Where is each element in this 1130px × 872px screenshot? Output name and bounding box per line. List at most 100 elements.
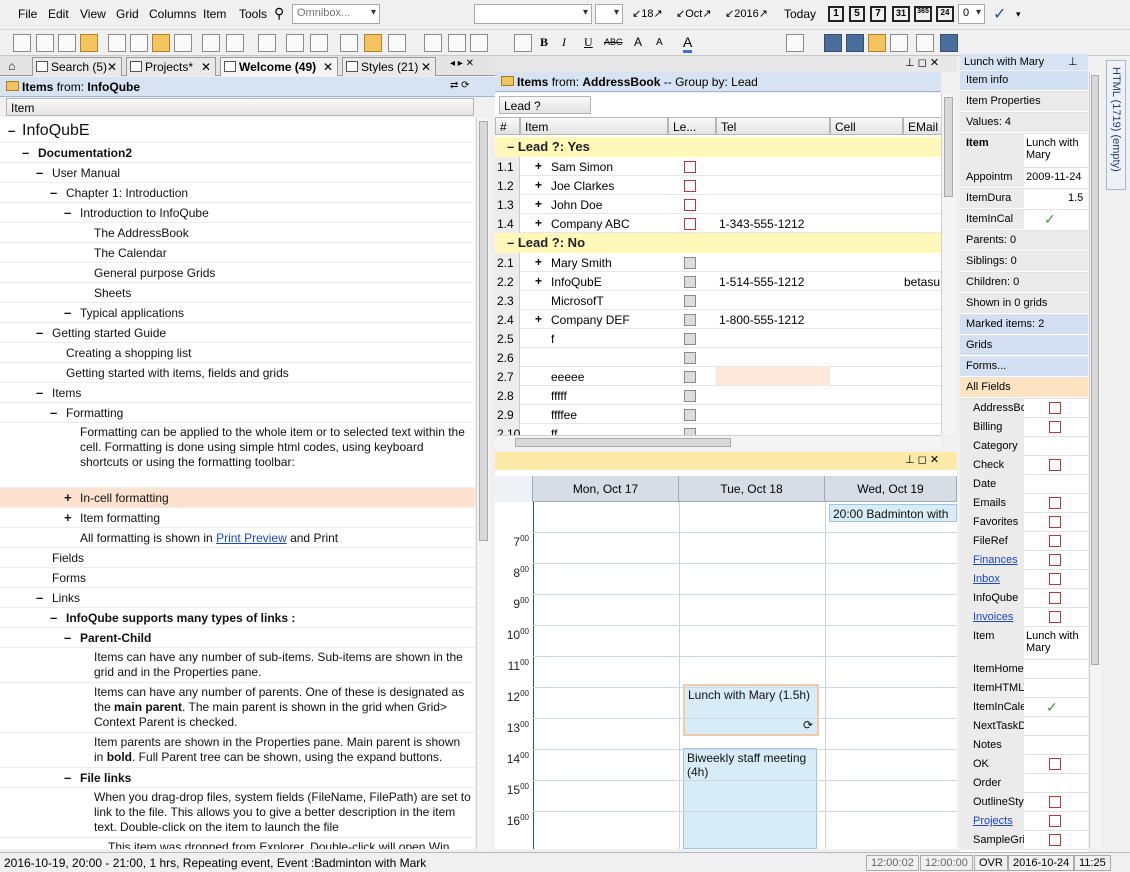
grid-row[interactable]: 2.6 <box>495 348 941 367</box>
property-row[interactable]: Values: 4 <box>960 113 1088 134</box>
expand-icon[interactable]: – <box>64 770 71 785</box>
html-side-tab[interactable]: HTML (1719) (empty) <box>1106 60 1126 190</box>
indent-icon[interactable] <box>226 34 244 52</box>
col-tel[interactable]: Tel <box>716 117 830 135</box>
menu-view[interactable]: View <box>80 7 106 21</box>
field-checkbox[interactable] <box>1049 758 1061 770</box>
col-cell[interactable]: Cell <box>830 117 903 135</box>
lead-checkbox[interactable] <box>684 199 696 211</box>
property-row[interactable]: Children: 0 <box>960 273 1088 294</box>
expand-icon[interactable]: – <box>36 325 43 340</box>
tree-row[interactable]: General purpose Grids <box>0 263 475 283</box>
col-lead[interactable]: Le... <box>668 117 716 135</box>
expand-icon[interactable]: – <box>64 630 71 645</box>
grid-row[interactable]: 1.1 + Sam Simon <box>495 157 941 176</box>
field-row[interactable]: Notes <box>960 736 1088 755</box>
lead-checkbox[interactable] <box>684 161 696 173</box>
tree-row[interactable]: – InfoQube supports many types of links : <box>0 608 475 628</box>
lead-checkbox[interactable] <box>684 428 696 435</box>
field-checkbox[interactable] <box>1049 573 1061 585</box>
chevron-down-icon[interactable]: ▾ <box>1016 9 1021 20</box>
tree-row[interactable]: – File links <box>0 768 475 788</box>
menu-edit[interactable]: Edit <box>48 7 69 21</box>
tree-row[interactable]: – User Manual <box>0 163 475 183</box>
lead-checkbox[interactable] <box>684 333 696 345</box>
view-options-icon[interactable] <box>786 34 804 52</box>
tree-paragraph[interactable]: Item parents are shown in the Properties… <box>0 733 475 768</box>
field-checkbox[interactable] <box>1049 402 1061 414</box>
close-icon[interactable]: ✕ <box>107 60 117 74</box>
tel-cell[interactable]: 1-800-555-1212 <box>719 313 804 327</box>
property-row[interactable]: Item Lunch with Mary <box>960 134 1088 168</box>
email-cell[interactable]: betasu <box>904 275 940 289</box>
item-cell[interactable]: Company ABC <box>551 217 630 231</box>
lead-checkbox[interactable] <box>684 295 696 307</box>
menu-columns[interactable]: Columns <box>149 7 196 21</box>
binoculars-icon[interactable]: ⚲ <box>274 5 284 22</box>
group-header[interactable]: – Lead ?: Yes <box>495 137 941 157</box>
grid-row[interactable]: 2.2 + InfoQubE 1-514-555-1212 betasu <box>495 272 941 291</box>
field-row[interactable]: ▶ItemLunch with Mary <box>960 627 1088 660</box>
filter-d-icon[interactable] <box>364 34 382 52</box>
property-value[interactable]: Lunch with Mary <box>1026 137 1088 161</box>
lead-checkbox[interactable] <box>684 371 696 383</box>
month-view-button[interactable]: 31 <box>892 6 910 22</box>
scroll-thumb[interactable] <box>944 97 953 197</box>
underline-icon[interactable]: U <box>584 35 593 50</box>
expand-icon[interactable]: + <box>535 197 542 211</box>
filter-h-icon[interactable] <box>388 34 406 52</box>
tree-row[interactable]: Fields <box>0 548 475 568</box>
property-row[interactable]: ItemInCal ✓ <box>960 210 1088 231</box>
grid-row[interactable]: 1.2 + Joe Clarkes <box>495 176 941 195</box>
field-checkbox[interactable] <box>1049 834 1061 846</box>
grid-row[interactable]: 2.3 MicrosofT <box>495 291 941 310</box>
link-icon[interactable] <box>470 34 488 52</box>
field-row[interactable]: Check <box>960 456 1088 475</box>
day-nav[interactable]: ↙18↗ <box>632 7 663 20</box>
tree-row[interactable]: – Introduction to InfoQube <box>0 203 475 223</box>
close-icon[interactable]: ✕ <box>201 60 211 74</box>
expand-icon[interactable]: – <box>8 123 15 138</box>
grid-icon[interactable] <box>36 34 54 52</box>
grid-row[interactable]: 2.5 f <box>495 329 941 348</box>
tab-nav-icon[interactable]: ◂ ▸ ✕ <box>450 58 474 69</box>
tree-paragraph[interactable]: Formatting can be applied to the whole i… <box>0 423 475 488</box>
field-checkbox[interactable] <box>1049 497 1061 509</box>
tab-welcome[interactable]: Welcome (49) ✕ <box>220 57 338 76</box>
col-num[interactable]: # <box>495 117 520 135</box>
item-cell[interactable]: MicrosofT <box>551 294 604 308</box>
tree-row[interactable]: The AddressBook <box>0 223 475 243</box>
col-item[interactable]: Item <box>520 117 668 135</box>
field-name[interactable]: Projects <box>973 815 1013 827</box>
property-row[interactable]: Item info <box>960 71 1088 92</box>
lead-checkbox[interactable] <box>684 352 696 364</box>
group-header[interactable]: – Lead ?: No <box>495 233 941 253</box>
paint-icon[interactable] <box>514 34 532 52</box>
property-value[interactable]: ✓ <box>1044 211 1056 228</box>
field-name[interactable]: Inbox <box>973 573 1000 585</box>
field-row[interactable]: ▶SampleGri <box>960 831 1088 850</box>
field-row[interactable]: ▶FileRef <box>960 532 1088 551</box>
expand-icon[interactable]: – <box>50 405 57 420</box>
property-row[interactable]: ItemDura 1.5 <box>960 189 1088 210</box>
tab-styles[interactable]: Styles (21) ✕ <box>342 57 436 76</box>
folder-icon[interactable] <box>152 34 170 52</box>
field-checkbox[interactable] <box>1049 516 1061 528</box>
expand-icon[interactable]: + <box>64 510 72 525</box>
tree-row[interactable]: – Typical applications <box>0 303 475 323</box>
grid-row[interactable]: 2.4 + Company DEF 1-800-555-1212 <box>495 310 941 329</box>
scroll-thumb[interactable] <box>479 121 488 541</box>
field-name[interactable]: Invoices <box>973 611 1013 623</box>
tree-row[interactable]: – Formatting <box>0 403 475 423</box>
property-row[interactable]: Appointm 2009-11-24 <box>960 168 1088 189</box>
item-cell[interactable]: InfoQubE <box>551 275 602 289</box>
event-badminton[interactable]: 20:00 Badminton with <box>829 504 957 522</box>
field-checkbox[interactable] <box>1049 421 1061 433</box>
property-value[interactable]: 1.5 <box>1068 192 1083 204</box>
tree-row[interactable]: – Links <box>0 588 475 608</box>
grid-row[interactable]: 1.4 + Company ABC 1-343-555-1212 <box>495 214 941 233</box>
property-row[interactable]: Shown in 0 grids <box>960 294 1088 315</box>
expand-icon[interactable]: – <box>64 205 71 220</box>
tree-row[interactable]: Forms <box>0 568 475 588</box>
find-icon[interactable] <box>916 34 934 52</box>
